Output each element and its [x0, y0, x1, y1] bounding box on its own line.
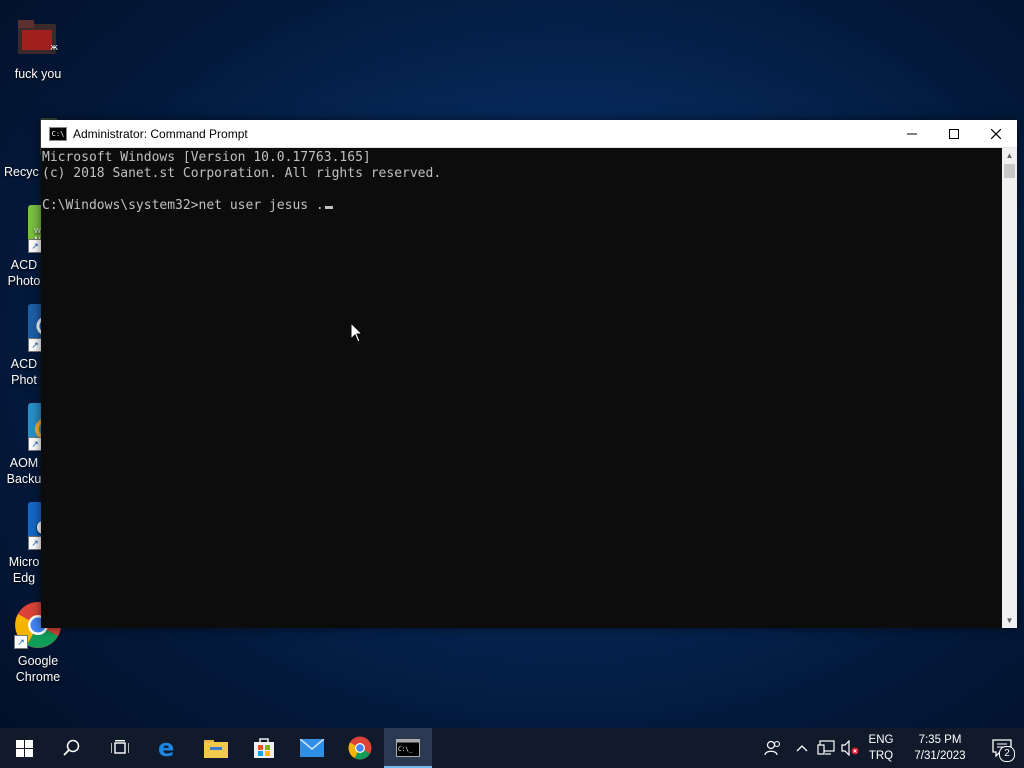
scroll-up-arrow-icon[interactable]: ▲: [1002, 148, 1017, 163]
folder-icon: ж: [14, 14, 62, 62]
network-icon: [817, 740, 835, 755]
svg-text:C:\_: C:\_: [398, 746, 413, 753]
volume-button[interactable]: [838, 728, 862, 768]
windows-logo-icon: [15, 739, 33, 757]
shortcut-arrow-icon: ↗: [28, 338, 42, 352]
chrome-icon: [348, 736, 372, 760]
shortcut-arrow-icon: ↗: [28, 239, 42, 253]
people-icon: [764, 740, 781, 756]
start-button[interactable]: [0, 728, 48, 768]
console-line: Microsoft Windows [Version 10.0.17763.16…: [42, 150, 371, 165]
taskbar-chrome-button[interactable]: [336, 728, 384, 768]
desktop-icon-label: Google Chrome: [15, 654, 61, 684]
clock-button[interactable]: 7:35 PM 7/31/2023: [900, 728, 980, 768]
taskbar-cmd-button[interactable]: C:\_: [384, 728, 432, 768]
clock-date: 7/31/2023: [914, 750, 966, 762]
text-cursor: [324, 206, 333, 209]
mail-icon: [300, 739, 324, 757]
people-button[interactable]: [756, 728, 790, 768]
language-code: ENG: [868, 734, 894, 746]
minimize-button[interactable]: [891, 120, 933, 147]
taskbar-edge-button[interactable]: e: [144, 728, 192, 768]
console-output[interactable]: Microsoft Windows [Version 10.0.17763.16…: [41, 148, 1002, 628]
shortcut-arrow-icon: ↗: [28, 437, 42, 451]
edge-icon: e: [158, 737, 174, 759]
window-titlebar[interactable]: C:\ Administrator: Command Prompt: [41, 120, 1017, 148]
scroll-down-arrow-icon[interactable]: ▼: [1002, 613, 1017, 628]
system-tray: ENG TRQ 7:35 PM 7/31/2023 2: [756, 728, 1024, 768]
clock-time: 7:35 PM: [918, 734, 962, 746]
vertical-scrollbar[interactable]: ▲ ▼: [1002, 148, 1017, 628]
console-prompt-line: C:\Windows\system32>net user jesus .: [42, 198, 1002, 214]
input-language-button[interactable]: ENG TRQ: [862, 728, 900, 768]
task-view-button[interactable]: [96, 728, 144, 768]
chevron-up-icon: [796, 745, 808, 752]
cmd-icon: C:\_: [396, 739, 420, 757]
search-icon: [63, 739, 80, 756]
volume-muted-icon: [841, 740, 859, 756]
keyboard-layout: TRQ: [868, 750, 894, 762]
taskbar-store-button[interactable]: [240, 728, 288, 768]
cmd-icon: C:\: [49, 126, 67, 141]
shortcut-arrow-icon: ↗: [14, 635, 28, 649]
window-title: Administrator: Command Prompt: [73, 126, 248, 141]
console-line: C:\Windows\system32>net user jesus .: [42, 198, 324, 213]
console-line: (c) 2018 Sanet.st Corporation. All right…: [42, 166, 442, 181]
action-center-button[interactable]: 2: [980, 728, 1024, 768]
network-button[interactable]: [814, 728, 838, 768]
close-button[interactable]: [975, 120, 1017, 147]
task-view-icon: [111, 740, 129, 754]
desktop-icon-folder[interactable]: ж fuck you: [0, 14, 76, 82]
shortcut-arrow-icon: ↗: [28, 536, 42, 550]
search-button[interactable]: [48, 728, 96, 768]
scrollbar-thumb[interactable]: [1004, 164, 1015, 178]
desktop-icon-label: fuck you: [14, 67, 62, 81]
svg-text:e: e: [158, 737, 174, 759]
mouse-pointer-icon: [351, 323, 363, 343]
notification-count-badge: 2: [999, 746, 1015, 762]
command-prompt-window[interactable]: C:\ Administrator: Command Prompt Micros…: [41, 120, 1017, 628]
show-hidden-icons-button[interactable]: [790, 728, 814, 768]
maximize-button[interactable]: [933, 120, 975, 147]
file-explorer-icon: [204, 740, 228, 758]
taskbar: e C:\_ ENG TRQ 7:35 PM 7/31/2023 2: [0, 728, 1024, 768]
taskbar-mail-button[interactable]: [288, 728, 336, 768]
store-icon: [254, 738, 274, 758]
taskbar-file-explorer-button[interactable]: [192, 728, 240, 768]
svg-text:ж: ж: [50, 43, 58, 53]
